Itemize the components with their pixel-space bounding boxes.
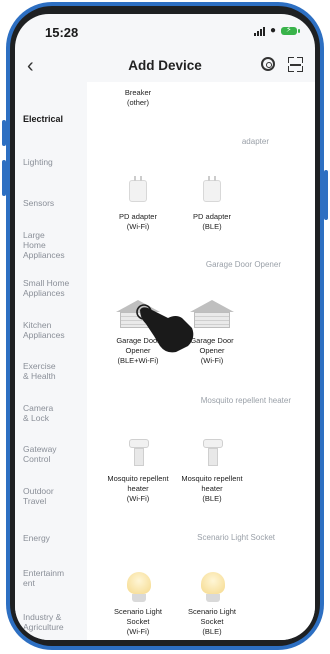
status-bar: 15:28 ● ⚡ <box>15 14 315 52</box>
sidebar-item-kitchen-appliances[interactable]: Kitchen Appliances <box>23 320 83 340</box>
pd-adapter-wifi-icon[interactable] <box>129 176 147 202</box>
category-header-adapter: adapter <box>241 137 269 146</box>
mosquito-heater-ble-icon[interactable] <box>203 439 223 469</box>
scenario-socket-wifi-icon[interactable] <box>127 572 151 602</box>
device-label-mosq-wifi[interactable]: Mosquito repellent heater (Wi-Fi) <box>99 474 177 504</box>
wifi-icon: ● <box>269 25 276 36</box>
sidebar-item-exercise-health[interactable]: Exercise & Health <box>23 361 83 381</box>
device-label-breaker[interactable]: Breaker (other) <box>99 88 177 108</box>
status-time: 15:28 <box>45 25 79 40</box>
sidebar-item-industry-agriculture[interactable]: Industry & Agriculture <box>23 612 83 632</box>
signal-icon <box>253 26 265 36</box>
device-label-pd-wifi[interactable]: PD adapter (Wi-Fi) <box>99 212 177 232</box>
category-header-mosquito: Mosquito repellent heater <box>200 396 291 405</box>
device-label-scenario-wifi[interactable]: Scenario Light Socket (Wi-Fi) <box>99 607 177 637</box>
device-label-pd-ble[interactable]: PD adapter (BLE) <box>173 212 251 232</box>
sidebar-item-lighting[interactable]: Lighting <box>23 157 83 167</box>
sidebar-item-electrical[interactable]: Electrical <box>23 114 83 124</box>
battery-icon: ⚡ <box>281 25 300 35</box>
device-grid: Breaker (other) adapter PD adapter (Wi-F… <box>87 82 315 640</box>
phone-side-button-right <box>324 170 328 220</box>
device-label-scenario-ble[interactable]: Scenario Light Socket (BLE) <box>173 607 251 637</box>
sidebar-item-small-home-appliances[interactable]: Small Home Appliances <box>23 278 83 298</box>
mosquito-heater-wifi-icon[interactable] <box>129 439 149 469</box>
header: ‹ Add Device <box>15 52 315 82</box>
sidebar-item-large-home-appliances[interactable]: Large Home Appliances <box>23 230 83 260</box>
sidebar-item-camera-lock[interactable]: Camera & Lock <box>23 403 83 423</box>
category-sidebar: Electrical Lighting Sensors Large Home A… <box>15 82 85 640</box>
qr-scan-icon[interactable] <box>288 57 303 72</box>
sidebar-item-gateway-control[interactable]: Gateway Control <box>23 444 83 464</box>
scenario-socket-ble-icon[interactable] <box>201 572 225 602</box>
pd-adapter-ble-icon[interactable] <box>203 176 221 202</box>
status-icons: ● ⚡ <box>253 25 300 36</box>
pointing-hand-icon <box>136 304 194 353</box>
sidebar-item-sensors[interactable]: Sensors <box>23 198 83 208</box>
category-header-scenario: Scenario Light Socket <box>197 533 275 542</box>
category-header-garage: Garage Door Opener <box>205 260 281 269</box>
sidebar-item-outdoor-travel[interactable]: Outdoor Travel <box>23 486 83 506</box>
device-label-mosq-ble[interactable]: Mosquito repellent heater (BLE) <box>173 474 251 504</box>
scan-icon[interactable] <box>261 57 275 71</box>
garage-opener-wifi-icon[interactable] <box>190 300 234 330</box>
sidebar-item-energy[interactable]: Energy <box>23 533 83 543</box>
sidebar-item-entertainment[interactable]: Entertainm ent <box>23 568 83 588</box>
